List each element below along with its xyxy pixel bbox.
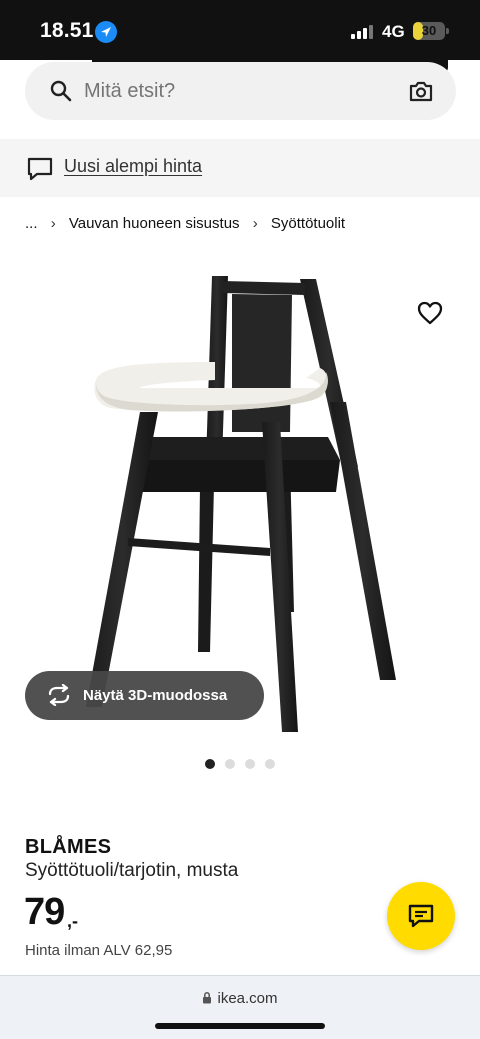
- camera-icon[interactable]: [408, 79, 434, 108]
- product-price: 79: [24, 891, 65, 933]
- product-name: BLÅMES: [25, 836, 112, 858]
- carousel-dot[interactable]: [225, 759, 235, 769]
- price-banner[interactable]: Uusi alempi hinta: [0, 139, 480, 197]
- status-bar: 18.51 4G 30: [0, 0, 480, 60]
- chevron-right-icon: ›: [252, 215, 258, 232]
- price-suffix: ,-: [67, 911, 78, 931]
- rotate-icon: [46, 683, 72, 711]
- chat-icon: [408, 904, 434, 928]
- url-text: ikea.com: [217, 990, 278, 1007]
- lower-price-link[interactable]: Uusi alempi hinta: [64, 156, 202, 177]
- breadcrumb-item-nursery[interactable]: Vauvan huoneen sisustus: [69, 215, 240, 232]
- lock-icon: [202, 991, 212, 1008]
- price-excl-vat: Hinta ilman ALV 62,95: [25, 942, 173, 959]
- breadcrumb-item-highchairs[interactable]: Syöttötuolit: [271, 215, 345, 232]
- carousel-dot[interactable]: [245, 759, 255, 769]
- carousel-dot[interactable]: [205, 759, 215, 769]
- battery-icon: 30: [413, 22, 445, 40]
- chat-bubble-icon: [26, 156, 54, 187]
- location-arrow-icon: [95, 21, 117, 43]
- heart-icon[interactable]: [416, 300, 444, 331]
- battery-percent: 30: [421, 23, 437, 38]
- chat-button[interactable]: [387, 882, 455, 950]
- breadcrumb: ... › Vauvan huoneen sisustus › Syöttötu…: [25, 215, 345, 232]
- search-bar[interactable]: [25, 62, 456, 120]
- view-3d-button[interactable]: Näytä 3D-muodossa: [25, 671, 264, 720]
- chevron-right-icon: ›: [50, 215, 56, 232]
- browser-bar: ikea.com: [0, 975, 480, 1039]
- breadcrumb-item-more[interactable]: ...: [25, 215, 38, 232]
- view-3d-label: Näytä 3D-muodossa: [83, 687, 228, 704]
- product-description: Syöttötuoli/tarjotin, musta: [25, 860, 239, 881]
- cellular-signal-icon: [351, 25, 375, 39]
- battery-tip: [446, 28, 449, 34]
- carousel-dot[interactable]: [265, 759, 275, 769]
- url-field[interactable]: ikea.com: [0, 990, 480, 1008]
- search-input[interactable]: [84, 80, 384, 103]
- search-icon[interactable]: [49, 79, 73, 108]
- home-indicator[interactable]: [155, 1023, 325, 1029]
- status-time: 18.51: [40, 19, 94, 42]
- network-type: 4G: [382, 22, 405, 41]
